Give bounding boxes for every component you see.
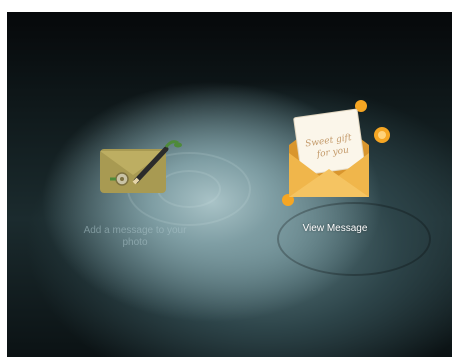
view-message-label: View Message [302,223,368,234]
add-message-label: Add a message to your photo [83,225,187,248]
screen: Add a message to your photo Sweet gift f… [0,0,458,363]
add-message-app[interactable]: Add a message to your photo [70,135,200,260]
view-message-app[interactable]: Sweet gift for you View Message [275,95,395,240]
envelope-pen-icon [100,140,182,193]
open-envelope-letter-icon: Sweet gift for you [282,100,390,206]
